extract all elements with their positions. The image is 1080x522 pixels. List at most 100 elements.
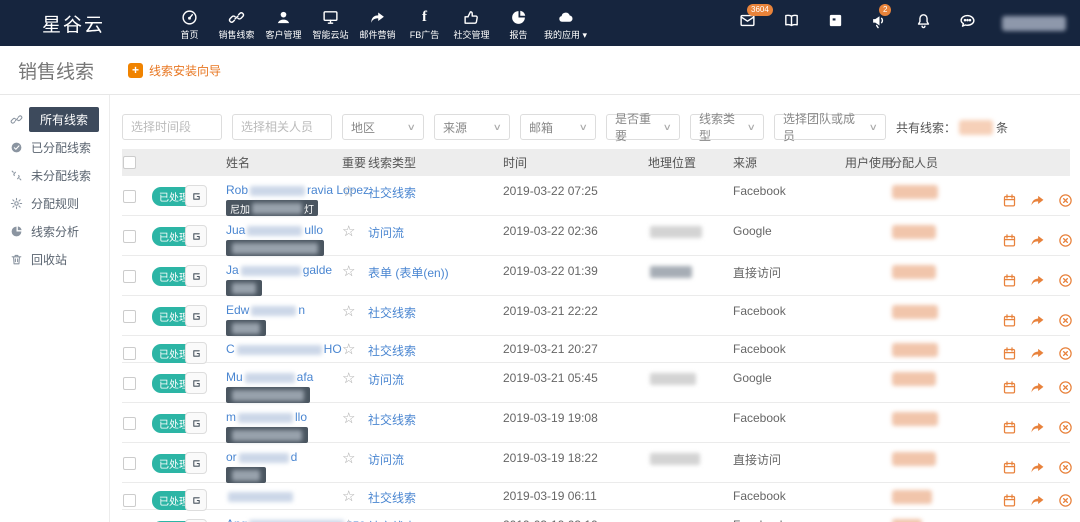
nav-item-销售线索[interactable]: 销售线索 [213,5,260,41]
star-toggle[interactable]: ☆ [342,487,355,505]
sidebar-item-回收站[interactable]: 回收站 [0,245,109,273]
remove-icon[interactable] [1058,411,1073,444]
lead-type-link[interactable]: 访问流 [368,373,404,387]
filter-select-邮箱[interactable]: 邮箱 ∨ [520,114,596,140]
calendar-icon[interactable] [1002,184,1017,216]
filter-select-地区[interactable]: 地区 ∨ [342,114,424,140]
lead-type-link[interactable]: 社交线索 [368,186,416,200]
nav-item-邮件营销[interactable]: 邮件营销 [354,5,401,41]
star-toggle[interactable]: ☆ [342,516,355,522]
forward-icon[interactable] [1030,304,1045,337]
lead-name-link[interactable]: mllo [226,410,307,424]
lead-name-link[interactable]: CHO [226,342,342,356]
filter-select-选择团队或成员[interactable]: 选择团队或成员 ∨ [774,114,886,140]
sidebar-item-线索分析[interactable]: 线索分析 [0,217,109,245]
forward-icon[interactable] [1030,518,1045,522]
calendar-icon[interactable] [1002,411,1017,444]
remove-icon[interactable] [1058,224,1073,257]
forward-icon[interactable] [1030,184,1045,216]
nav-item-首页[interactable]: 首页 [166,5,213,41]
nav-item-客户管理[interactable]: 客户管理 [260,5,307,41]
sidebar-item-分配规则[interactable]: 分配规则 [0,189,109,217]
forward-icon[interactable] [1030,451,1045,484]
lead-type-link[interactable]: 表单 (表单(en)) [368,266,449,280]
lead-type-link[interactable]: 社交线索 [368,413,416,427]
calendar-icon[interactable] [1002,451,1017,484]
filter-input-选择时间段[interactable] [122,114,222,140]
lead-type-link[interactable]: 社交线索 [368,344,416,358]
lead-type-link[interactable]: 社交线索 [368,491,416,505]
row-checkbox[interactable] [123,230,136,243]
chevron-down-icon: ∨ [493,122,502,133]
lead-name-link[interactable]: Juaullo [226,223,323,237]
forward-icon[interactable] [1030,264,1045,297]
star-toggle[interactable]: ☆ [342,369,355,387]
filter-select-来源[interactable]: 来源 ∨ [434,114,510,140]
megaphone-icon-button[interactable]: 2 [871,12,888,34]
lead-name-link[interactable] [226,489,295,503]
row-checkbox[interactable] [123,457,136,470]
lead-type-link[interactable]: 访问流 [368,226,404,240]
forward-icon[interactable] [1030,342,1045,364]
lead-type-link[interactable]: 社交线索 [368,306,416,320]
forward-icon[interactable] [1030,224,1045,257]
lead-name-link[interactable]: Muafa [226,370,313,384]
calendar-icon[interactable] [1002,518,1017,522]
remove-icon[interactable] [1058,489,1073,511]
panel-icon-button[interactable] [827,12,844,34]
remove-icon[interactable] [1058,304,1073,337]
star-toggle[interactable]: ☆ [342,409,355,427]
forward-icon[interactable] [1030,411,1045,444]
row-checkbox[interactable] [123,494,136,507]
bell-icon-button[interactable] [915,12,932,34]
sidebar-item-未分配线索[interactable]: 未分配线索 [0,161,109,189]
remove-icon[interactable] [1058,371,1073,404]
star-toggle[interactable]: ☆ [342,302,355,320]
remove-icon[interactable] [1058,184,1073,216]
calendar-icon[interactable] [1002,342,1017,364]
sidebar-item-已分配线索[interactable]: 已分配线索 [0,133,109,161]
row-checkbox[interactable] [123,377,136,390]
star-toggle[interactable]: ☆ [342,449,355,467]
forward-icon[interactable] [1030,371,1045,404]
star-toggle[interactable]: ☆ [342,262,355,280]
nav-item-我的应用[interactable]: 我的应用 ▾ [542,5,589,41]
calendar-icon[interactable] [1002,264,1017,297]
nav-item-报告[interactable]: 报告 [495,5,542,41]
chat-icon-button[interactable] [959,12,976,34]
lead-wizard-link[interactable]: + 线索安装向导 [128,62,221,79]
calendar-icon[interactable] [1002,224,1017,257]
lead-type-link[interactable]: 访问流 [368,453,404,467]
book-icon-button[interactable] [783,12,800,34]
calendar-icon[interactable] [1002,371,1017,404]
filter-input-选择相关人员[interactable] [232,114,332,140]
remove-icon[interactable] [1058,342,1073,364]
star-toggle[interactable]: ☆ [342,340,355,358]
filter-select-线索类型[interactable]: 线索类型 ∨ [690,114,764,140]
row-checkbox[interactable] [123,190,136,203]
lead-name-link[interactable]: ord [226,450,297,464]
lead-name-link[interactable]: Edwn [226,303,305,317]
user-account-blur[interactable] [1002,16,1066,31]
nav-item-FB广告[interactable]: f FB广告 [401,5,448,41]
lead-name-link[interactable]: Jagalde [226,263,332,277]
filter-select-是否重要[interactable]: 是否重要 ∨ [606,114,680,140]
calendar-icon[interactable] [1002,489,1017,511]
select-all-checkbox[interactable] [123,156,136,169]
nav-item-社交管理[interactable]: 社交管理 [448,5,495,41]
row-checkbox[interactable] [123,347,136,360]
row-checkbox[interactable] [123,310,136,323]
mail-icon-button[interactable]: 3604 [739,12,756,34]
forward-icon[interactable] [1030,489,1045,511]
remove-icon[interactable] [1058,264,1073,297]
sidebar-item-所有线索[interactable]: 所有线索 [0,105,109,133]
calendar-icon[interactable] [1002,304,1017,337]
brand-logo[interactable]: 星谷云 [0,10,128,37]
remove-icon[interactable] [1058,518,1073,522]
star-toggle[interactable]: ☆ [342,222,355,240]
row-checkbox[interactable] [123,270,136,283]
nav-item-智能云站[interactable]: 智能云站 [307,5,354,41]
star-toggle[interactable]: ☆ [342,182,355,200]
remove-icon[interactable] [1058,451,1073,484]
row-checkbox[interactable] [123,417,136,430]
